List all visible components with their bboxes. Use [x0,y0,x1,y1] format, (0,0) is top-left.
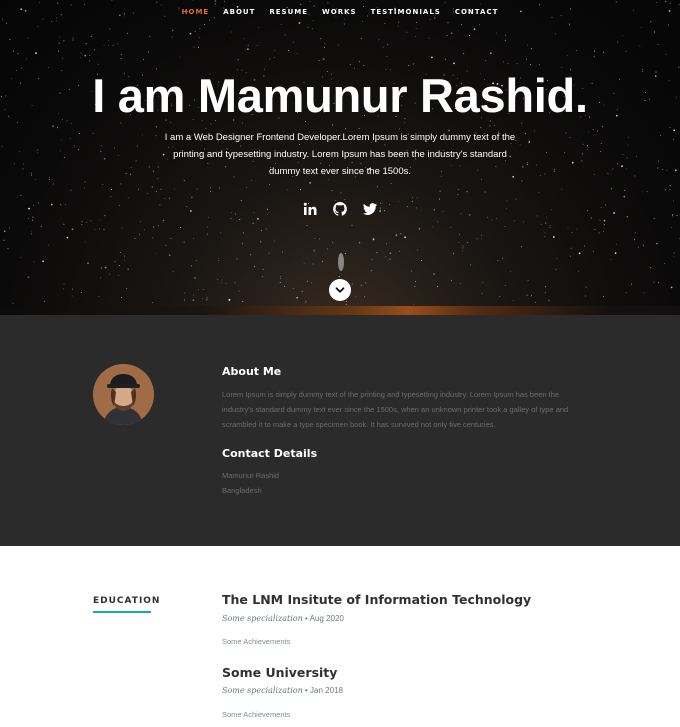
linkedin-icon[interactable] [302,201,318,217]
education-section: EDUCATION The LNM Insitute of Informatio… [0,546,680,727]
school-meta: Some specialization • Jan 2018 [222,686,343,695]
chevron-down-icon [335,287,345,293]
school-name: The LNM Insitute of Information Technolo… [222,592,532,607]
twitter-icon[interactable] [362,201,378,217]
nav-resume[interactable]: RESUME [269,7,308,17]
specialization: Some specialization [222,614,303,623]
school-meta: Some specialization • Aug 2020 [222,614,344,623]
nav-works[interactable]: WORKS [322,7,357,17]
specialization: Some specialization [222,686,303,695]
hero-description: I am a Web Designer Frontend Developer.L… [164,132,516,177]
main-nav: HOME ABOUT RESUME WORKS TESTIMONIALS CON… [0,7,680,17]
about-section: About Me Lorem Ipsum is simply dummy tex… [0,315,680,546]
about-text: Lorem Ipsum is simply dummy text of the … [222,390,569,429]
contact-location: Bangladesh [222,486,262,495]
hero-section: HOME ABOUT RESUME WORKS TESTIMONIALS CON… [0,0,680,315]
about-heading: About Me [222,365,282,378]
hero-title: I am Mamunur Rashid. [92,69,588,122]
education-date: Aug 2020 [309,614,344,623]
school-name: Some University [222,665,338,680]
scroll-down-button[interactable] [329,279,351,301]
github-icon[interactable] [332,201,348,217]
education-label: EDUCATION [93,596,161,606]
education-date: Jan 2018 [310,686,343,695]
nav-testimonials[interactable]: TESTIMONIALS [371,7,441,17]
contact-name: Mamunur Rashid [222,471,280,480]
nav-home[interactable]: HOME [182,7,210,17]
nav-about[interactable]: ABOUT [223,7,255,17]
social-links [0,201,680,217]
contact-heading: Contact Details [222,447,318,460]
horizon-glow [0,306,680,315]
achievements: Some Achievements [222,710,291,719]
achievements: Some Achievements [222,637,291,646]
education-underline [93,611,151,613]
nav-contact[interactable]: CONTACT [455,7,499,17]
profile-avatar [93,364,154,425]
